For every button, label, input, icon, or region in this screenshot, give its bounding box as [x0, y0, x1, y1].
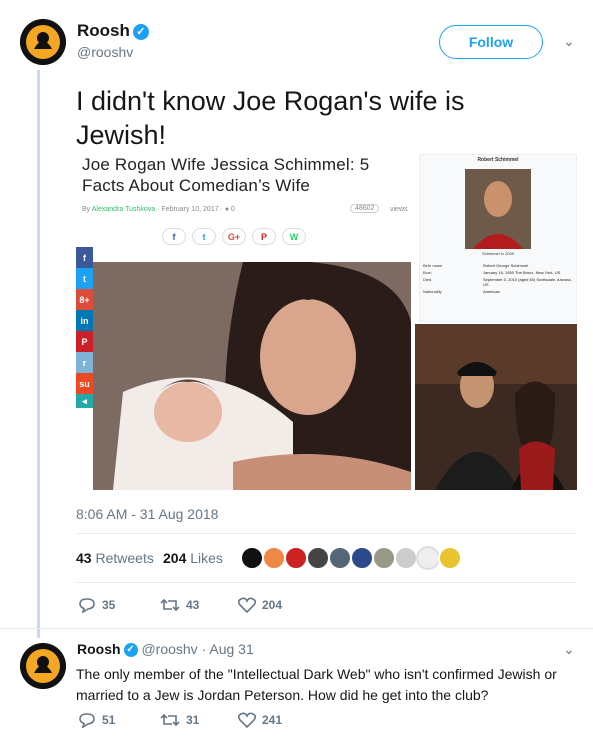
whatsapp-share-icon: W [282, 228, 306, 245]
retweet-action[interactable]: 43 [160, 597, 199, 613]
family-photo [93, 260, 411, 490]
wiki-caption: Schimmel in 2009 [482, 251, 514, 256]
twitter-icon: t [76, 268, 93, 289]
wiki-row: Died September 3, 2010 (aged 60) Scottsda… [423, 277, 572, 287]
linkedin-icon: in [76, 310, 93, 331]
liker-avatar[interactable] [438, 546, 462, 570]
heart-icon [238, 597, 256, 613]
tweet-media-image[interactable]: Joe Rogan Wife Jessica Schimmel: 5 Facts… [76, 150, 577, 492]
retweet-action[interactable]: 31 [160, 712, 199, 728]
reply-author-name[interactable]: Roosh [77, 641, 121, 657]
stumbleupon-icon: su [76, 373, 93, 394]
author-name[interactable]: Roosh [77, 21, 130, 40]
wiki-row: Birth name Robert George Schimmel [423, 263, 529, 268]
collapse-arrow-icon: ◂ [76, 394, 93, 408]
heart-icon [238, 712, 256, 728]
reddit-icon: r [76, 352, 93, 373]
reply-action[interactable]: 35 [78, 597, 115, 613]
retweets-stat[interactable]: 43 Retweets [76, 550, 154, 566]
likers-avatars [240, 546, 462, 570]
side-share-bar: f t 8+ in P r su ◂ [76, 247, 93, 408]
retweet-icon [160, 598, 180, 612]
divider [0, 628, 593, 629]
liker-avatar[interactable] [372, 546, 396, 570]
follow-button[interactable]: Follow [439, 25, 543, 59]
liker-avatar[interactable] [416, 546, 440, 570]
like-action[interactable]: 204 [238, 597, 282, 613]
reply-tweet-text: The only member of the "Intellectual Dar… [76, 666, 557, 703]
reply-header: Roosh ✓ @rooshv · Aug 31 [77, 641, 254, 658]
chevron-down-icon[interactable]: ⌄ [563, 33, 575, 50]
facebook-icon: f [76, 247, 93, 268]
wiki-title: Robert Schimmel [477, 157, 519, 163]
liker-avatar[interactable] [262, 546, 286, 570]
reply-icon [79, 598, 95, 613]
wiki-portrait [465, 169, 531, 249]
verified-badge-icon: ✓ [123, 643, 138, 658]
wiki-row: Born January 16, 1950 The Bronx, New York… [423, 270, 561, 275]
wiki-infobox: Robert Schimmel Schimmel in 2009 Birth n… [419, 154, 577, 322]
wiki-row: Nationality American [423, 289, 500, 294]
tweet-timestamp[interactable]: 8:06 AM - 31 Aug 2018 [76, 506, 218, 522]
reply-handle-date[interactable]: @rooshv · Aug 31 [141, 641, 253, 657]
pinterest-icon: P [76, 331, 93, 352]
retweet-icon [160, 713, 180, 727]
reply-action[interactable]: 51 [78, 712, 115, 728]
reply-author-avatar[interactable] [20, 643, 66, 689]
googleplus-icon: 8+ [76, 289, 93, 310]
author-handle[interactable]: @rooshv [77, 44, 133, 60]
googleplus-share-icon: G+ [222, 228, 246, 245]
twitter-share-icon: t [192, 228, 216, 245]
liker-avatar[interactable] [284, 546, 308, 570]
couple-photo [415, 324, 577, 490]
likes-stat[interactable]: 204 Likes [163, 550, 223, 566]
liker-avatar[interactable] [306, 546, 330, 570]
article-title: Joe Rogan Wife Jessica Schimmel: 5 Facts… [82, 155, 370, 195]
comment-icon: ● [224, 206, 230, 213]
facebook-share-icon: f [162, 228, 186, 245]
liker-avatar[interactable] [240, 546, 264, 570]
liker-avatar[interactable] [350, 546, 374, 570]
verified-badge-icon: ✓ [132, 23, 149, 40]
divider [76, 582, 577, 583]
author-avatar[interactable] [20, 19, 66, 65]
liker-avatar[interactable] [394, 546, 418, 570]
article-meta: By Alexandra Tushkova · February 10, 201… [82, 204, 408, 213]
tweet-text: I didn't know Joe Rogan's wife is Jewish… [76, 86, 465, 150]
divider [76, 533, 577, 534]
chevron-down-icon[interactable]: ⌄ [563, 641, 575, 658]
reply-icon [79, 713, 95, 728]
like-action[interactable]: 241 [238, 712, 282, 728]
liker-avatar[interactable] [328, 546, 352, 570]
author-name-row[interactable]: Roosh ✓ [77, 21, 149, 41]
article-share-row: f t G+ P W [162, 228, 306, 245]
pinterest-share-icon: P [252, 228, 276, 245]
thread-line [37, 70, 40, 638]
